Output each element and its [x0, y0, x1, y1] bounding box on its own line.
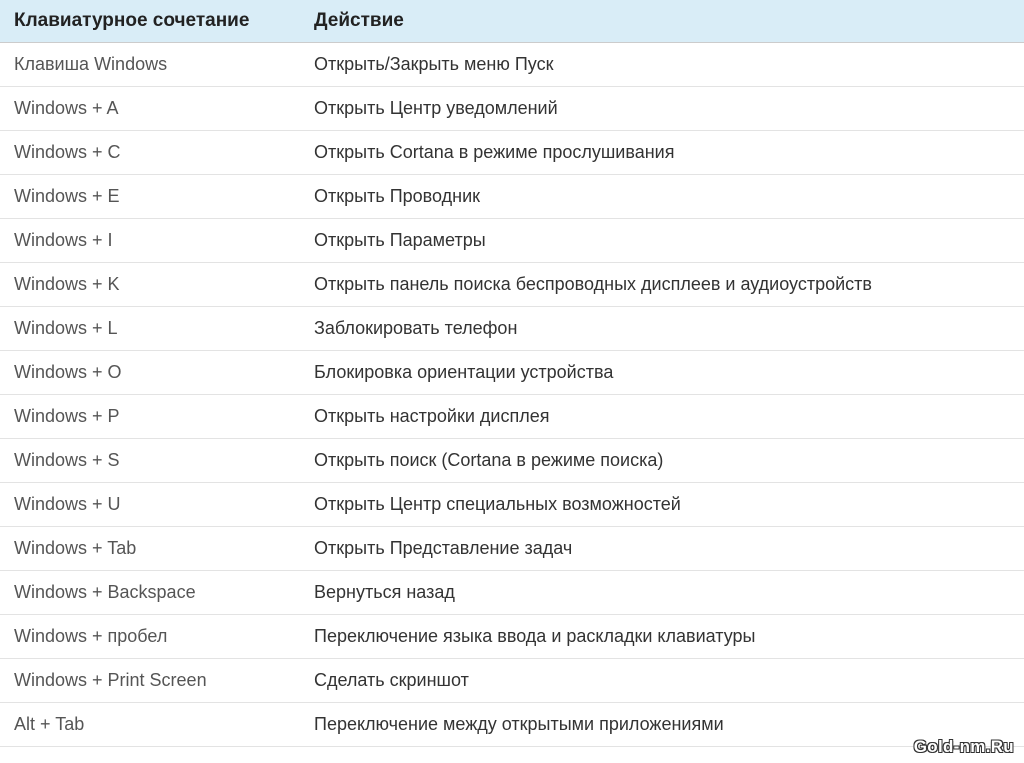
shortcuts-table-container: Клавиатурное сочетание Действие Клавиша … — [0, 0, 1024, 747]
cell-action: Вернуться назад — [300, 571, 1024, 615]
shortcuts-table: Клавиатурное сочетание Действие Клавиша … — [0, 0, 1024, 747]
table-row: Windows + K Открыть панель поиска беспро… — [0, 263, 1024, 307]
cell-shortcut: Windows + P — [0, 395, 300, 439]
cell-shortcut: Windows + S — [0, 439, 300, 483]
cell-shortcut: Клавиша Windows — [0, 43, 300, 87]
cell-action: Переключение языка ввода и раскладки кла… — [300, 615, 1024, 659]
header-action: Действие — [300, 0, 1024, 43]
table-row: Windows + A Открыть Центр уведомлений — [0, 87, 1024, 131]
table-row: Клавиша Windows Открыть/Закрыть меню Пус… — [0, 43, 1024, 87]
table-row: Alt + Tab Переключение между открытыми п… — [0, 703, 1024, 747]
cell-action: Блокировка ориентации устройства — [300, 351, 1024, 395]
cell-shortcut: Windows + E — [0, 175, 300, 219]
cell-action: Открыть поиск (Cortana в режиме поиска) — [300, 439, 1024, 483]
cell-action: Заблокировать телефон — [300, 307, 1024, 351]
table-row: Windows + O Блокировка ориентации устрой… — [0, 351, 1024, 395]
cell-shortcut: Windows + пробел — [0, 615, 300, 659]
cell-action: Открыть Представление задач — [300, 527, 1024, 571]
table-row: Windows + U Открыть Центр специальных во… — [0, 483, 1024, 527]
cell-action: Открыть Проводник — [300, 175, 1024, 219]
cell-shortcut: Windows + O — [0, 351, 300, 395]
cell-shortcut: Windows + Backspace — [0, 571, 300, 615]
cell-shortcut: Windows + Print Screen — [0, 659, 300, 703]
cell-action: Открыть Параметры — [300, 219, 1024, 263]
table-row: Windows + C Открыть Cortana в режиме про… — [0, 131, 1024, 175]
cell-shortcut: Windows + K — [0, 263, 300, 307]
table-row: Windows + S Открыть поиск (Cortana в реж… — [0, 439, 1024, 483]
cell-action: Открыть/Закрыть меню Пуск — [300, 43, 1024, 87]
cell-shortcut: Windows + U — [0, 483, 300, 527]
cell-shortcut: Windows + Tab — [0, 527, 300, 571]
cell-action: Сделать скриншот — [300, 659, 1024, 703]
table-row: Windows + P Открыть настройки дисплея — [0, 395, 1024, 439]
cell-action: Открыть панель поиска беспроводных диспл… — [300, 263, 1024, 307]
table-row: Windows + Print Screen Сделать скриншот — [0, 659, 1024, 703]
table-header-row: Клавиатурное сочетание Действие — [0, 0, 1024, 43]
cell-shortcut: Windows + C — [0, 131, 300, 175]
cell-action: Открыть Центр уведомлений — [300, 87, 1024, 131]
watermark-text: Gold-nm.Ru — [914, 737, 1014, 757]
cell-shortcut: Windows + L — [0, 307, 300, 351]
table-row: Windows + E Открыть Проводник — [0, 175, 1024, 219]
cell-action: Открыть настройки дисплея — [300, 395, 1024, 439]
cell-shortcut: Alt + Tab — [0, 703, 300, 747]
cell-action: Открыть Cortana в режиме прослушивания — [300, 131, 1024, 175]
table-body: Клавиша Windows Открыть/Закрыть меню Пус… — [0, 43, 1024, 747]
header-shortcut: Клавиатурное сочетание — [0, 0, 300, 43]
table-row: Windows + Tab Открыть Представление зада… — [0, 527, 1024, 571]
cell-shortcut: Windows + A — [0, 87, 300, 131]
table-row: Windows + L Заблокировать телефон — [0, 307, 1024, 351]
table-row: Windows + пробел Переключение языка ввод… — [0, 615, 1024, 659]
table-row: Windows + I Открыть Параметры — [0, 219, 1024, 263]
table-row: Windows + Backspace Вернуться назад — [0, 571, 1024, 615]
cell-action: Открыть Центр специальных возможностей — [300, 483, 1024, 527]
cell-shortcut: Windows + I — [0, 219, 300, 263]
